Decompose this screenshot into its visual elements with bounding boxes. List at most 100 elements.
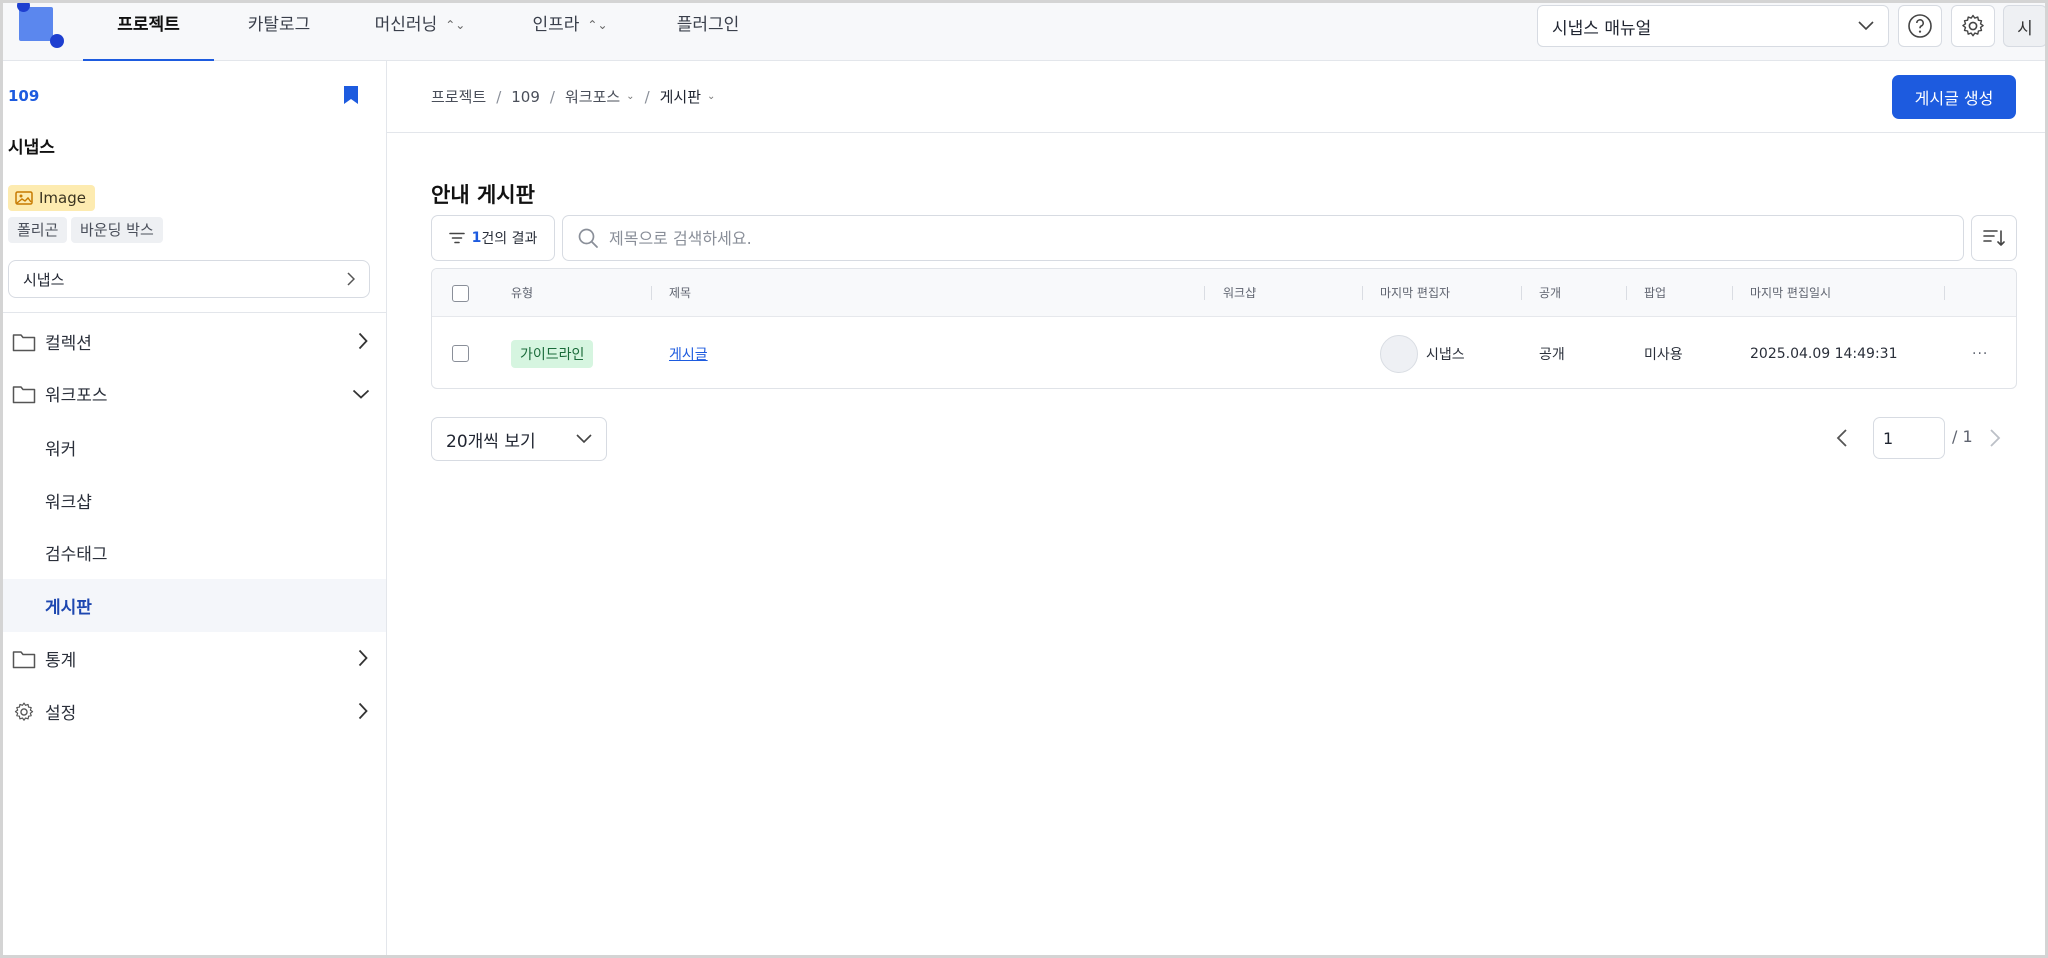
column-separator xyxy=(1732,286,1733,300)
search-icon xyxy=(578,228,598,248)
row-edited-at-cell: 2025.04.09 14:49:31 xyxy=(1750,345,1898,362)
editor-avatar xyxy=(1380,334,1418,373)
breadcrumb-board[interactable]: 게시판 xyxy=(660,86,701,107)
sidebar-item-review-tag[interactable]: 검수태그 xyxy=(3,526,386,579)
sort-icon xyxy=(1983,230,2005,246)
chevron-down-icon[interactable]: ⌄ xyxy=(707,91,715,102)
top-navbar: 프로젝트 카탈로그 머신러닝 ⌃⌄ 인프라 ⌃⌄ 플러그인 시냅스 매뉴얼 시 xyxy=(3,3,2045,61)
sidebar-item-label: 통계 xyxy=(45,651,77,671)
sidebar-item-label: 컬렉션 xyxy=(45,334,92,354)
previous-page-icon[interactable] xyxy=(1836,428,1848,448)
tab-plugin[interactable]: 플러그인 xyxy=(663,3,753,61)
sidebar-item-worker[interactable]: 워커 xyxy=(3,421,386,474)
sidebar-divider xyxy=(3,312,386,313)
folder-icon xyxy=(12,650,36,668)
bookmark-button[interactable] xyxy=(343,85,359,109)
sidebar-item-board[interactable]: 게시판 xyxy=(3,579,386,632)
column-separator xyxy=(1944,286,1945,300)
column-header-last-edited[interactable]: 마지막 편집일시 xyxy=(1750,269,1831,317)
row-editor-cell: 시냅스 xyxy=(1380,317,1465,388)
chevron-right-icon xyxy=(347,272,355,286)
chevron-down-icon xyxy=(1858,21,1874,31)
row-popup-cell: 미사용 xyxy=(1644,346,1683,363)
column-header-popup[interactable]: 팝업 xyxy=(1644,269,1666,317)
sidebar-item-workforce[interactable]: 워크포스 xyxy=(3,367,386,420)
column-header-type[interactable]: 유형 xyxy=(511,269,533,317)
sidebar-item-settings[interactable]: 설정 xyxy=(3,685,386,738)
type-badge: 가이드라인 xyxy=(511,339,594,368)
dataset-select-value: 시냅스 xyxy=(23,270,65,289)
column-header-visibility[interactable]: 공개 xyxy=(1539,269,1561,317)
more-actions-button[interactable]: ··· xyxy=(1972,346,1988,362)
create-post-button[interactable]: 게시글 생성 xyxy=(1892,75,2016,119)
tag-bounding-box: 바운딩 박스 xyxy=(71,217,163,243)
tag-polygon: 폴리곤 xyxy=(8,217,68,243)
manual-select[interactable]: 시냅스 매뉴얼 xyxy=(1537,5,1889,47)
select-all-checkbox[interactable] xyxy=(452,284,469,302)
chevron-down-icon[interactable]: ⌄ xyxy=(626,91,634,102)
page-number-input[interactable] xyxy=(1873,417,1945,459)
manual-select-value: 시냅스 매뉴얼 xyxy=(1552,18,1652,39)
column-header-last-editor[interactable]: 마지막 편집자 xyxy=(1380,269,1450,317)
dataset-select[interactable]: 시냅스 xyxy=(8,260,370,298)
tab-infra[interactable]: 인프라 ⌃⌄ xyxy=(525,3,615,61)
bookmark-icon xyxy=(344,86,358,104)
sidebar-item-label: 워크샵 xyxy=(45,493,92,513)
page-size-select[interactable]: 20개씩 보기 xyxy=(431,417,607,461)
tab-infra-label: 인프라 xyxy=(532,15,580,35)
row-title-cell: 게시글 xyxy=(669,317,708,388)
breadcrumb-workforce[interactable]: 워크포스 xyxy=(565,86,620,107)
column-header-workshop[interactable]: 워크샵 xyxy=(1223,269,1256,317)
row-visibility-cell: 공개 xyxy=(1539,346,1565,363)
sort-button[interactable] xyxy=(1971,215,2017,261)
sidebar-item-label: 게시판 xyxy=(45,598,92,618)
updown-chevron-icon: ⌃⌄ xyxy=(445,18,466,32)
chevron-right-icon xyxy=(358,332,368,350)
folder-icon xyxy=(12,385,36,403)
row-select-cell xyxy=(452,317,469,388)
sidebar-item-label: 워크포스 xyxy=(45,386,108,406)
gear-icon xyxy=(14,702,34,721)
filter-button[interactable]: 1 건의 결과 xyxy=(431,215,555,261)
search-input[interactable] xyxy=(609,228,1909,248)
sidebar-item-label: 설정 xyxy=(45,704,77,724)
page-title: 안내 게시판 xyxy=(431,183,535,207)
next-page-icon[interactable] xyxy=(1989,428,2001,448)
table-row[interactable]: 가이드라인 게시글 시냅스 공개 미사용 2025.04.09 14:49:31… xyxy=(432,317,2016,388)
sidebar-item-collection[interactable]: 컬렉션 xyxy=(3,315,386,368)
tab-catalog-label: 카탈로그 xyxy=(247,15,311,35)
filter-icon xyxy=(448,232,465,244)
column-separator xyxy=(651,286,652,300)
row-checkbox[interactable] xyxy=(452,345,469,362)
header-divider xyxy=(387,132,2045,133)
tab-catalog[interactable]: 카탈로그 xyxy=(229,3,329,61)
tab-machine-learning[interactable]: 머신러닝 ⌃⌄ xyxy=(365,3,475,61)
user-avatar[interactable]: 시 xyxy=(2003,5,2045,47)
select-all-cell xyxy=(452,269,469,317)
data-type-label: Image xyxy=(39,189,86,207)
chevron-down-icon xyxy=(576,434,592,444)
column-header-title[interactable]: 제목 xyxy=(669,269,691,317)
settings-button[interactable] xyxy=(1951,5,1995,47)
app-logo[interactable] xyxy=(13,3,64,53)
column-separator xyxy=(1626,286,1627,300)
breadcrumb: 프로젝트 / 109 / 워크포스 ⌄ / 게시판 ⌄ xyxy=(431,86,715,107)
chevron-right-icon xyxy=(358,649,368,667)
sidebar-item-workshop[interactable]: 워크샵 xyxy=(3,474,386,527)
breadcrumb-project[interactable]: 프로젝트 xyxy=(431,86,486,107)
result-count-label: 건의 결과 xyxy=(481,231,538,247)
updown-chevron-icon: ⌃⌄ xyxy=(587,18,608,32)
main-content: 프로젝트 / 109 / 워크포스 ⌄ / 게시판 ⌄ 게시글 생성 안내 게시… xyxy=(387,61,2045,955)
column-separator xyxy=(1362,286,1363,300)
help-button[interactable] xyxy=(1898,5,1942,47)
row-actions-cell: ··· xyxy=(1972,317,1988,388)
sidebar-item-label: 워커 xyxy=(45,440,77,460)
column-separator xyxy=(1521,286,1522,300)
breadcrumb-project-id[interactable]: 109 xyxy=(511,88,540,106)
tab-project[interactable]: 프로젝트 xyxy=(83,3,214,61)
tab-plugin-label: 플러그인 xyxy=(676,15,740,35)
page-size-value: 20개씩 보기 xyxy=(446,431,536,452)
post-title-link[interactable]: 게시글 xyxy=(669,344,708,364)
sidebar-item-stats[interactable]: 통계 xyxy=(3,632,386,685)
help-icon xyxy=(1908,14,1932,38)
